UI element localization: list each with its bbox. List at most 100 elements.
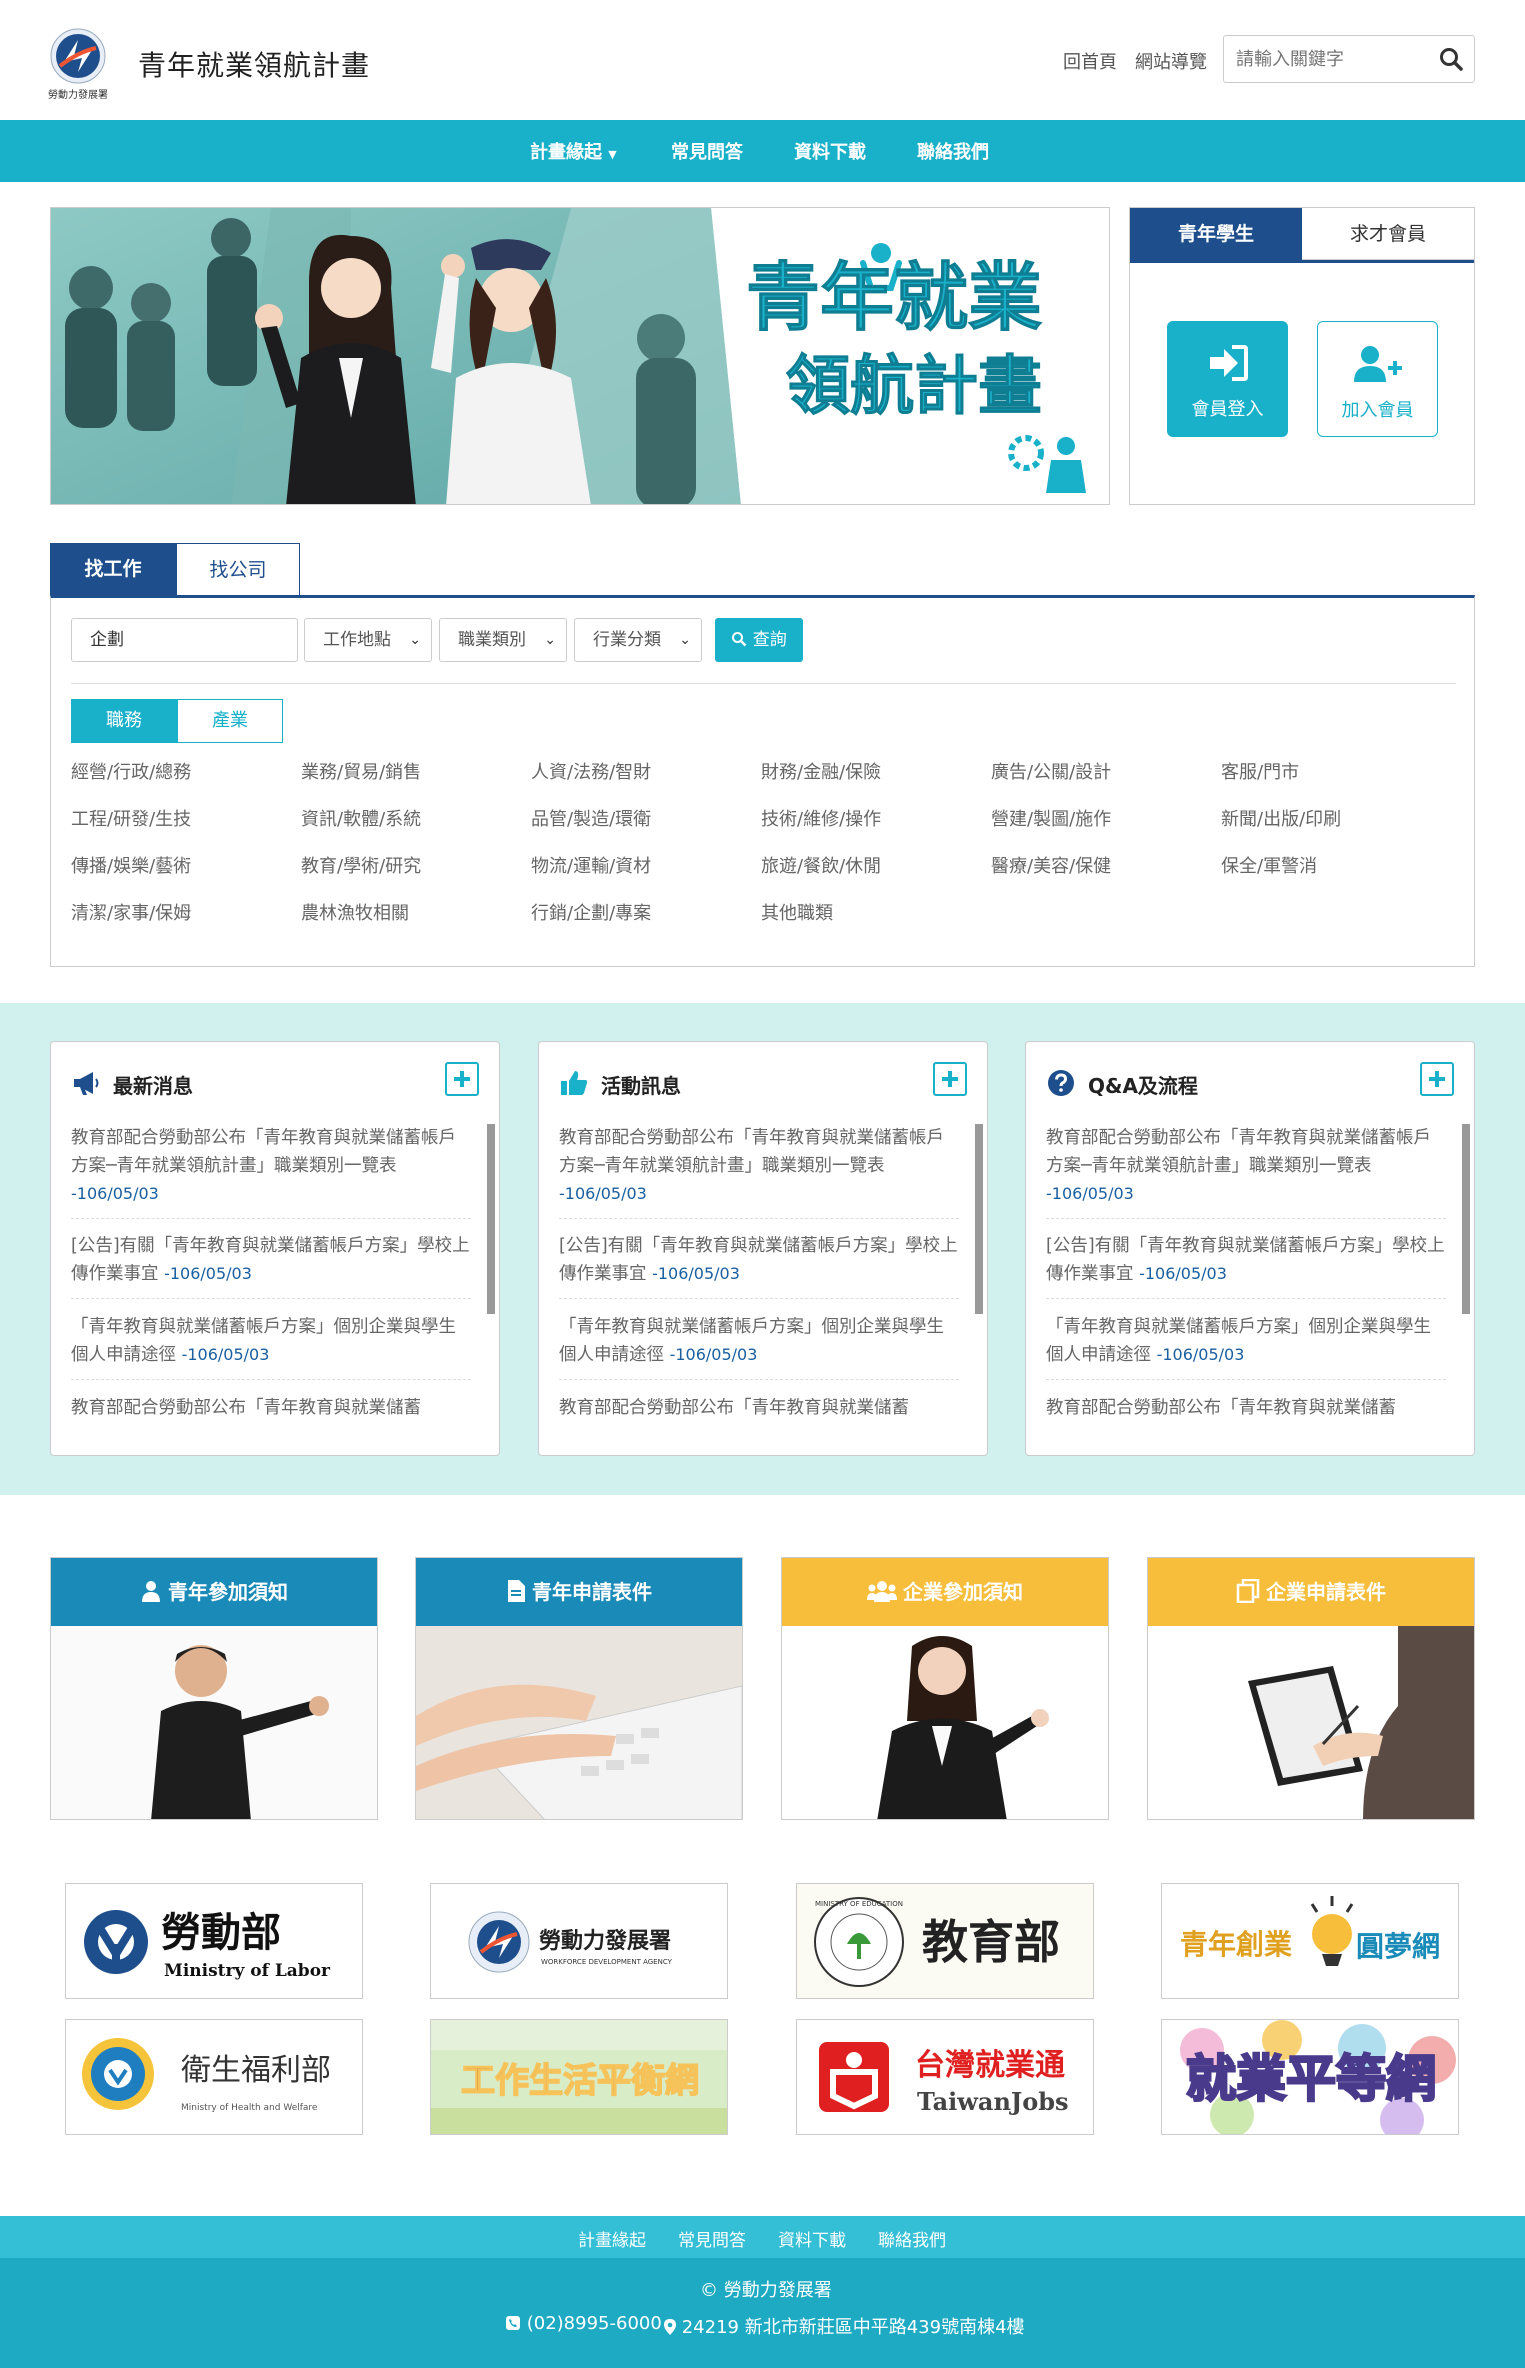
nav-item-downloads[interactable]: 資料下載 [794, 138, 866, 164]
footer-address: 24219 新北市新莊區中平路439號南棟4樓 [664, 2313, 1025, 2339]
category-link[interactable]: 營建/製圖/施作 [991, 805, 1111, 831]
partner-sub: Ministry of Labor [164, 1961, 331, 1981]
segment-occupation[interactable]: 職務 [71, 699, 177, 743]
segment-industry[interactable]: 產業 [177, 699, 283, 743]
news-item-text: 教育部配合勞動部公布「青年教育與就業儲蓄帳戶方案─青年就業領航計畫」職業類別一覽… [71, 1128, 456, 1176]
category-link[interactable]: 技術/維修/操作 [761, 805, 881, 831]
news-item[interactable]: 「青年教育與就業儲蓄帳戶方案」個別企業與學生個人申請途徑 -106/05/03 [1046, 1313, 1446, 1380]
partner-logo-workforce-agency[interactable]: 勞動力發展署 WORKFORCE DEVELOPMENT AGENCY [430, 1883, 728, 1999]
info-card-company-forms[interactable]: 企業申請表件 [1147, 1557, 1475, 1820]
category-link[interactable]: 醫療/美容/保健 [991, 852, 1111, 878]
news-item[interactable]: 教育部配合勞動部公布「青年教育與就業儲蓄 [1046, 1394, 1446, 1424]
tab-find-company[interactable]: 找公司 [176, 543, 300, 595]
news-item[interactable]: [公告]有關「青年教育與就業儲蓄帳戶方案」學校上傳作業事宜 -106/05/03 [1046, 1232, 1446, 1299]
footer-link-downloads[interactable]: 資料下載 [778, 2226, 846, 2251]
category-link[interactable]: 財務/金融/保險 [761, 758, 881, 784]
category-link[interactable]: 資訊/軟體/系統 [301, 805, 421, 831]
scrollbar[interactable] [1462, 1124, 1470, 1314]
more-button[interactable] [445, 1062, 479, 1096]
news-item[interactable]: 教育部配合勞動部公布「青年教育與就業儲蓄 [71, 1394, 471, 1424]
scrollbar[interactable] [975, 1124, 983, 1314]
phone-icon [506, 2316, 520, 2330]
startup-logo-icon: 青年創業 圓夢網 [1180, 1896, 1440, 1966]
agency-logo[interactable]: 勞動力發展署 [38, 22, 118, 102]
info-card-photo [416, 1626, 742, 1819]
info-card-youth-forms[interactable]: 青年申請表件 [415, 1557, 743, 1820]
category-link[interactable]: 傳播/娛樂/藝術 [71, 852, 191, 878]
news-item[interactable]: [公告]有關「青年教育與就業儲蓄帳戶方案」學校上傳作業事宜 -106/05/03 [71, 1232, 471, 1299]
news-item[interactable]: 「青年教育與就業儲蓄帳戶方案」個別企業與學生個人申請途徑 -106/05/03 [71, 1313, 471, 1380]
search-icon[interactable] [1438, 46, 1464, 72]
category-link[interactable]: 新聞/出版/印刷 [1221, 805, 1341, 831]
search-input[interactable] [1224, 36, 1424, 82]
search-button-label: 查詢 [752, 630, 787, 650]
news-item[interactable]: 教育部配合勞動部公布「青年教育與就業儲蓄帳戶方案─青年就業領航計畫」職業類別一覽… [559, 1124, 959, 1219]
category-link[interactable]: 廣告/公關/設計 [991, 758, 1111, 784]
partner-logo-employment-equality[interactable]: 就業平等網 [1161, 2019, 1459, 2135]
news-item[interactable]: [公告]有關「青年教育與就業儲蓄帳戶方案」學校上傳作業事宜 -106/05/03 [559, 1232, 959, 1299]
news-item-text: 教育部配合勞動部公布「青年教育與就業儲蓄 [559, 1398, 909, 1418]
tab-employer-member[interactable]: 求才會員 [1302, 208, 1474, 260]
category-link[interactable]: 清潔/家事/保姆 [71, 899, 191, 925]
partner-name: 青年創業 [1180, 1928, 1292, 1961]
news-item-text: [公告]有關「青年教育與就業儲蓄帳戶方案」學校上傳作業事宜 [559, 1236, 958, 1284]
category-link[interactable]: 農林漁牧相關 [301, 899, 409, 925]
member-login-button[interactable]: 會員登入 [1167, 321, 1288, 437]
occupation-select[interactable]: 職業類別 ⌄ [439, 618, 567, 662]
more-button[interactable] [933, 1062, 967, 1096]
search-button[interactable]: 查詢 [715, 618, 803, 662]
partner-logo-work-life-balance[interactable]: 工作生活平衡網 [430, 2019, 728, 2135]
news-item-date: -106/05/03 [71, 1184, 159, 1203]
occupation-select-value: 職業類別 [458, 630, 526, 650]
footer-link-contact[interactable]: 聯絡我們 [878, 2226, 946, 2251]
industry-select[interactable]: 行業分類 ⌄ [574, 618, 702, 662]
location-select[interactable]: 工作地點 ⌄ [304, 618, 432, 662]
info-card-company-notice[interactable]: 企業參加須知 [781, 1557, 1109, 1820]
more-button[interactable] [1420, 1062, 1454, 1096]
news-card: Q&A及流程 教育部配合勞動部公布「青年教育與就業儲蓄帳戶方案─青年就業領航計畫」… [1025, 1041, 1475, 1456]
category-link[interactable]: 經營/行政/總務 [71, 758, 191, 784]
category-link[interactable]: 品管/製造/環衛 [531, 805, 651, 831]
scrollbar[interactable] [487, 1124, 495, 1314]
category-link[interactable]: 人資/法務/智財 [531, 758, 651, 784]
tab-youth-student[interactable]: 青年學生 [1130, 208, 1302, 260]
news-item[interactable]: 「青年教育與就業儲蓄帳戶方案」個別企業與學生個人申請途徑 -106/05/03 [559, 1313, 959, 1380]
partner-logo-ministry-of-labor[interactable]: 勞動部 Ministry of Labor [65, 1883, 363, 1999]
job-search-panel: 企劃 工作地點 ⌄ 職業類別 ⌄ 行業分類 ⌄ 查詢 職務 產業 經營/行政/總務 業務… [50, 595, 1475, 967]
info-card-youth-notice[interactable]: 青年參加須知 [50, 1557, 378, 1820]
category-link[interactable]: 教育/學術/研究 [301, 852, 421, 878]
category-link[interactable]: 物流/運輸/資材 [531, 852, 651, 878]
info-card-title: 企業申請表件 [1266, 1580, 1386, 1604]
nav-item-faq[interactable]: 常見問答 [671, 138, 743, 164]
category-link[interactable]: 旅遊/餐飲/休閒 [761, 852, 881, 878]
nav-item-contact[interactable]: 聯絡我們 [917, 138, 989, 164]
hero-banner[interactable]: 青年就業 領航計畫 [50, 207, 1110, 505]
join-member-button[interactable]: 加入會員 [1317, 321, 1438, 437]
category-link[interactable]: 行銷/企劃/專案 [531, 899, 651, 925]
nav-item-about[interactable]: 計畫緣起 ▼ [530, 138, 617, 164]
partner-logo-youth-startup[interactable]: 青年創業 圓夢網 [1161, 1883, 1459, 1999]
partner-logo-health-welfare[interactable]: 衛生福利部 Ministry of Health and Welfare [65, 2019, 363, 2135]
home-link[interactable]: 回首頁 [1063, 48, 1117, 74]
partner-logo-ministry-of-education[interactable]: MINISTRY OF EDUCATION 教育部 [796, 1883, 1094, 1999]
category-link[interactable]: 其他職類 [761, 899, 833, 925]
category-link[interactable]: 工程/研發/生技 [71, 805, 191, 831]
category-link[interactable]: 保全/軍警消 [1221, 852, 1317, 878]
category-link[interactable]: 客服/門市 [1221, 758, 1299, 784]
news-item[interactable]: 教育部配合勞動部公布「青年教育與就業儲蓄帳戶方案─青年就業領航計畫」職業類別一覽… [1046, 1124, 1446, 1219]
main-nav: 計畫緣起 ▼ 常見問答 資料下載 聯絡我們 [0, 120, 1525, 182]
info-card-header: 青年申請表件 [416, 1558, 742, 1626]
footer-copyright: © 勞動力發展署 [700, 2280, 832, 2301]
news-item[interactable]: 教育部配合勞動部公布「青年教育與就業儲蓄 [559, 1394, 959, 1424]
news-item-text: [公告]有關「青年教育與就業儲蓄帳戶方案」學校上傳作業事宜 [71, 1236, 470, 1284]
category-link[interactable]: 業務/貿易/銷售 [301, 758, 421, 784]
news-item[interactable]: 教育部配合勞動部公布「青年教育與就業儲蓄帳戶方案─青年就業領航計畫」職業類別一覽… [71, 1124, 471, 1219]
footer-link-about[interactable]: 計畫緣起 [578, 2226, 646, 2251]
partner-logo-taiwan-jobs[interactable]: 台灣就業通 TaiwanJobs [796, 2019, 1094, 2135]
footer-link-faq[interactable]: 常見問答 [678, 2226, 746, 2251]
site-title[interactable]: 青年就業領航計畫 [138, 44, 370, 84]
tab-find-job[interactable]: 找工作 [50, 543, 176, 595]
keyword-input[interactable]: 企劃 [71, 618, 298, 662]
sitemap-link[interactable]: 網站導覽 [1135, 48, 1207, 74]
news-item-text: 教育部配合勞動部公布「青年教育與就業儲蓄 [1046, 1398, 1396, 1418]
